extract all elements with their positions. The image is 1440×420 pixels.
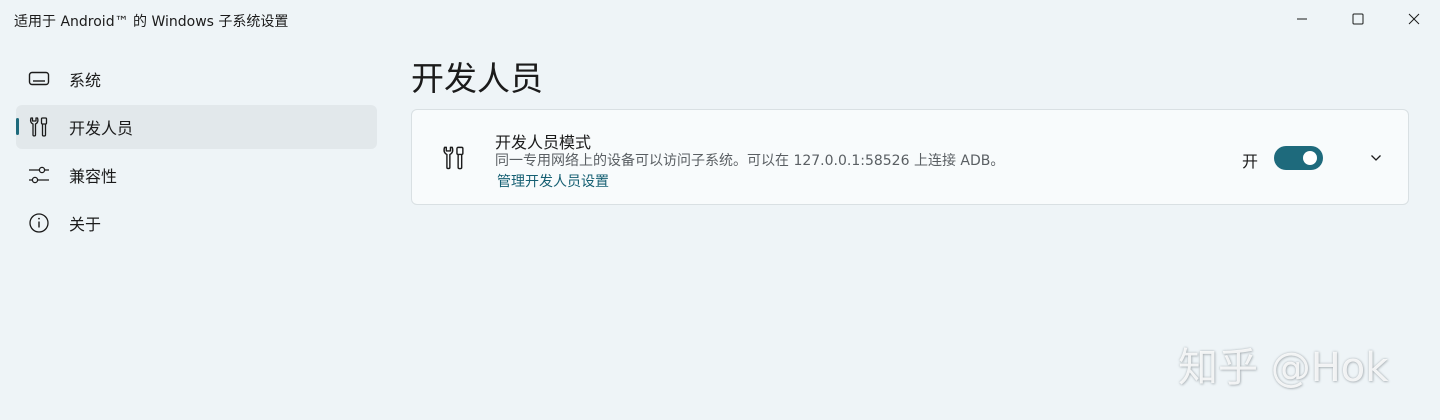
toggle-knob xyxy=(1303,151,1317,165)
toggle-state-label: 开 xyxy=(1242,152,1259,171)
watermark: 知乎 @Hok xyxy=(1178,345,1389,391)
chevron-down-icon xyxy=(1371,155,1381,161)
minimize-button[interactable] xyxy=(1274,0,1330,38)
sidebar-item-compatibility[interactable]: 兼容性 xyxy=(16,153,377,197)
maximize-icon xyxy=(1352,13,1364,25)
developer-mode-card[interactable]: 开发人员模式 同一专用网络上的设备可以访问子系统。可以在 127.0.0.1:5… xyxy=(411,109,1409,205)
settings-window: 适用于 Android™ 的 Windows 子系统设置 系统 开发人员 兼容性… xyxy=(0,0,1440,420)
close-button[interactable] xyxy=(1386,0,1440,38)
developer-mode-toggle[interactable] xyxy=(1274,146,1323,170)
page-title: 开发人员 xyxy=(411,59,543,98)
sidebar-item-system[interactable]: 系统 xyxy=(16,57,377,101)
sliders-icon xyxy=(28,164,50,186)
title-bar: 适用于 Android™ 的 Windows 子系统设置 xyxy=(0,0,1440,40)
sidebar-nav: 系统 开发人员 兼容性 关于 xyxy=(16,57,377,249)
laptop-icon xyxy=(28,68,50,90)
manage-developer-settings-link[interactable]: 管理开发人员设置 xyxy=(497,171,609,191)
selection-indicator xyxy=(16,118,19,135)
sidebar-item-label: 兼容性 xyxy=(69,167,118,186)
sidebar-item-label: 系统 xyxy=(69,71,102,90)
info-icon xyxy=(28,212,50,234)
sidebar-item-developer[interactable]: 开发人员 xyxy=(16,105,377,149)
sidebar-item-about[interactable]: 关于 xyxy=(16,201,377,245)
maximize-button[interactable] xyxy=(1330,0,1386,38)
developer-mode-description: 同一专用网络上的设备可以访问子系统。可以在 127.0.0.1:58526 上连… xyxy=(495,153,1005,169)
developer-tools-icon xyxy=(28,116,50,138)
developer-tools-icon xyxy=(441,145,467,171)
close-icon xyxy=(1408,13,1420,25)
expand-button[interactable] xyxy=(1366,148,1386,168)
minimize-icon xyxy=(1297,18,1307,20)
window-title: 适用于 Android™ 的 Windows 子系统设置 xyxy=(14,14,289,30)
sidebar-item-label: 关于 xyxy=(69,215,102,234)
sidebar-item-label: 开发人员 xyxy=(69,119,134,138)
